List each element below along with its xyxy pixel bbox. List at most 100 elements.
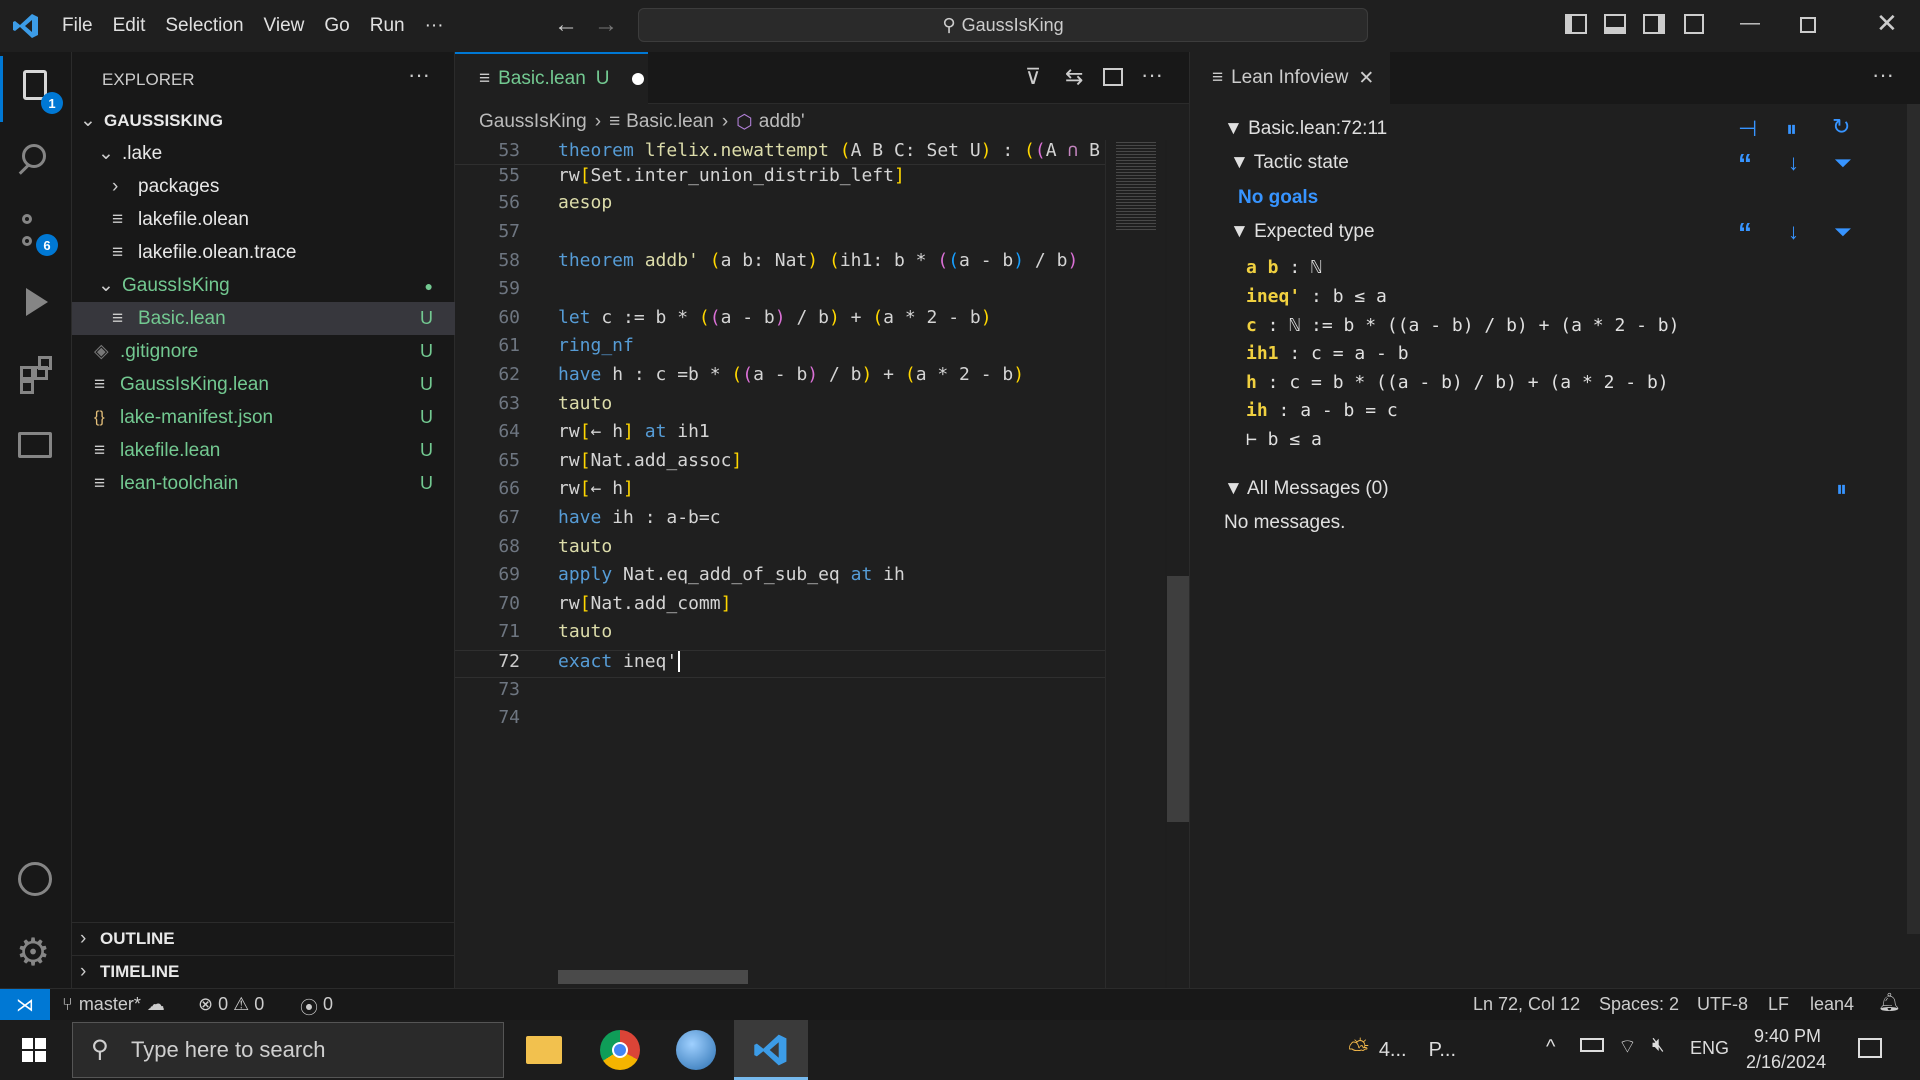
horizontal-scrollbar[interactable] <box>558 970 748 984</box>
quote-icon[interactable]: “ <box>1738 217 1752 249</box>
outline-section[interactable]: › OUTLINE <box>72 922 455 955</box>
menu-file[interactable]: File <box>52 15 103 37</box>
extensions-icon[interactable] <box>14 354 58 398</box>
source-control-icon[interactable]: 6 <box>14 210 58 256</box>
hypothesis-row[interactable]: ineq' : b ≤ a <box>1246 286 1387 307</box>
run-debug-icon[interactable] <box>14 282 58 326</box>
split-editor-icon[interactable] <box>1103 68 1123 86</box>
tree-folder-packages[interactable]: › packages <box>72 170 455 203</box>
tab-lean-infoview[interactable]: ≡ Lean Infoview ✕ <box>1190 52 1390 104</box>
toggle-sidebar-icon[interactable] <box>1565 14 1587 34</box>
refresh-icon[interactable]: ↻ <box>1832 114 1850 140</box>
filter-funnel-icon[interactable]: ⏷ <box>1834 150 1852 176</box>
volume-muted-icon[interactable]: 🔇︎ <box>1652 1034 1665 1057</box>
language-mode[interactable]: lean4 <box>1810 994 1854 1015</box>
hypothesis-row[interactable]: a b : ℕ <box>1246 257 1322 278</box>
close-tab-icon[interactable]: ✕ <box>1358 67 1374 90</box>
breadcrumb-file[interactable]: Basic.lean <box>626 111 714 133</box>
tree-folder-lake[interactable]: ⌄ .lake <box>72 137 455 170</box>
tree-file-lean-toolchain[interactable]: ≡ lean-toolchain U <box>72 467 455 500</box>
breadcrumb-symbol[interactable]: addb' <box>759 111 805 133</box>
command-center-search[interactable]: ⚲ GaussIsKing <box>638 8 1368 42</box>
indentation[interactable]: Spaces: 2 <box>1599 994 1679 1015</box>
weather-widget[interactable]: ⛅︎ 4... P... <box>1348 1034 1456 1066</box>
search-view-icon[interactable] <box>14 138 58 182</box>
unsaved-dot-icon[interactable] <box>631 73 644 85</box>
minimap[interactable] <box>1105 140 1165 988</box>
timeline-section[interactable]: › TIMELINE <box>72 955 455 988</box>
cursor-position[interactable]: Ln 72, Col 12 <box>1473 994 1580 1015</box>
arrow-down-icon[interactable]: ↓ <box>1788 219 1799 245</box>
breadcrumb-folder[interactable]: GaussIsKing <box>479 111 587 133</box>
minimize-icon[interactable]: — <box>1740 12 1760 35</box>
globe-app-icon[interactable] <box>676 1030 716 1070</box>
arrow-down-icon[interactable]: ↓ <box>1788 150 1799 176</box>
restore-icon[interactable] <box>1800 17 1816 33</box>
hypothesis-row[interactable]: ih : a - b = c <box>1246 400 1398 421</box>
editor-more-icon[interactable]: ··· <box>1141 62 1163 88</box>
tree-file-lake-manifest[interactable]: {} lake-manifest.json U <box>72 401 455 434</box>
problems-indicator[interactable]: ⊗ 0 ⚠ 0 <box>198 994 264 1015</box>
tree-file-basic-lean[interactable]: ≡ Basic.lean U <box>72 302 455 335</box>
vscode-taskbar-icon[interactable] <box>734 1020 808 1080</box>
infoview-more-icon[interactable]: ··· <box>1872 62 1894 88</box>
hypothesis-row[interactable]: h : c = b * ((a - b) / b) + (a * 2 - b) <box>1246 372 1669 393</box>
menu-selection[interactable]: Selection <box>155 15 253 37</box>
menu-run[interactable]: Run <box>360 15 415 37</box>
explorer-icon[interactable]: 1 <box>0 56 72 122</box>
tree-file-gitignore[interactable]: ◈ .gitignore U <box>72 335 455 368</box>
tree-file-lakefile-lean[interactable]: ≡ lakefile.lean U <box>72 434 455 467</box>
notifications-bell-icon[interactable]: 🔔︎ <box>1878 992 1901 1013</box>
menu-edit[interactable]: Edit <box>103 15 156 37</box>
menu-view[interactable]: View <box>254 15 315 37</box>
remote-explorer-icon[interactable] <box>14 426 58 470</box>
compare-changes-icon[interactable]: ⇆ <box>1065 64 1083 90</box>
encoding[interactable]: UTF-8 <box>1697 994 1748 1015</box>
file-explorer-icon[interactable] <box>526 1036 562 1064</box>
chrome-icon[interactable] <box>600 1030 640 1070</box>
close-window-icon[interactable]: ✕ <box>1876 8 1898 39</box>
infoview-scrollbar[interactable] <box>1907 104 1920 934</box>
tree-file-lakefile-olean-trace[interactable]: ≡ lakefile.olean.trace <box>72 236 455 269</box>
pause-icon[interactable]: ⏸ <box>1786 116 1797 142</box>
end-of-line[interactable]: LF <box>1768 994 1789 1015</box>
toggle-panel-icon[interactable] <box>1604 14 1626 34</box>
hypothesis-row[interactable]: ih1 : c = a - b <box>1246 343 1409 364</box>
windows-start-icon[interactable] <box>22 1038 46 1062</box>
pause-messages-icon[interactable]: ⏸ <box>1836 476 1847 502</box>
battery-icon[interactable] <box>1580 1038 1604 1052</box>
customize-layout-icon[interactable] <box>1684 14 1704 34</box>
filter-icon[interactable]: ⊽ <box>1025 64 1041 90</box>
tree-file-gaussisking-lean[interactable]: ≡ GaussIsKing.lean U <box>72 368 455 401</box>
root-folder[interactable]: ⌄ GAUSSISKING <box>72 104 455 137</box>
settings-gear-icon[interactable]: ⚙ <box>14 930 58 974</box>
tree-file-lakefile-olean[interactable]: ≡ lakefile.olean <box>72 203 455 236</box>
taskbar-search-box[interactable]: ⚲ Type here to search <box>72 1022 504 1078</box>
toggle-secondary-sidebar-icon[interactable] <box>1643 14 1665 34</box>
notification-center-icon[interactable] <box>1858 1038 1882 1058</box>
position-header[interactable]: ▼ Basic.lean:72:11 <box>1224 118 1387 140</box>
goal-row[interactable]: ⊢ b ≤ a <box>1246 429 1322 450</box>
code-editor[interactable]: 53 theorem lfelix.newattempt (A B C: Set … <box>455 140 1105 988</box>
tree-folder-gaussisking[interactable]: ⌄ GaussIsKing ● <box>72 269 455 302</box>
tab-basic-lean[interactable]: ≡ Basic.lean U <box>455 52 648 104</box>
tactic-state-header[interactable]: ▼ Tactic state <box>1230 152 1349 174</box>
back-arrow-icon[interactable]: ← <box>554 11 578 39</box>
chevron-up-icon[interactable]: ^ <box>1546 1036 1555 1059</box>
pin-icon[interactable]: ⊣ <box>1738 116 1757 142</box>
accounts-icon[interactable] <box>14 858 58 902</box>
clock-time[interactable]: 9:40 PM <box>1754 1026 1821 1047</box>
quote-icon[interactable]: “ <box>1738 148 1752 180</box>
remote-indicator-icon[interactable]: ⋊ <box>0 989 50 1021</box>
branch-indicator[interactable]: ⑂ master* ☁ <box>62 994 165 1015</box>
vertical-scrollbar[interactable] <box>1167 140 1189 988</box>
menu-go[interactable]: Go <box>314 15 359 37</box>
expected-type-header[interactable]: ▼ Expected type <box>1230 221 1375 243</box>
explorer-more-icon[interactable]: ··· <box>408 62 430 88</box>
menu-more[interactable]: ··· <box>415 15 454 37</box>
hypothesis-row[interactable]: c : ℕ := b * ((a - b) / b) + (a * 2 - b) <box>1246 315 1679 336</box>
wifi-icon[interactable]: ⌔ <box>1618 1034 1637 1059</box>
ports-indicator[interactable]: ⦿ 0 <box>300 994 333 1020</box>
forward-arrow-icon[interactable]: → <box>594 11 618 39</box>
filter-funnel-icon[interactable]: ⏷ <box>1834 219 1852 245</box>
